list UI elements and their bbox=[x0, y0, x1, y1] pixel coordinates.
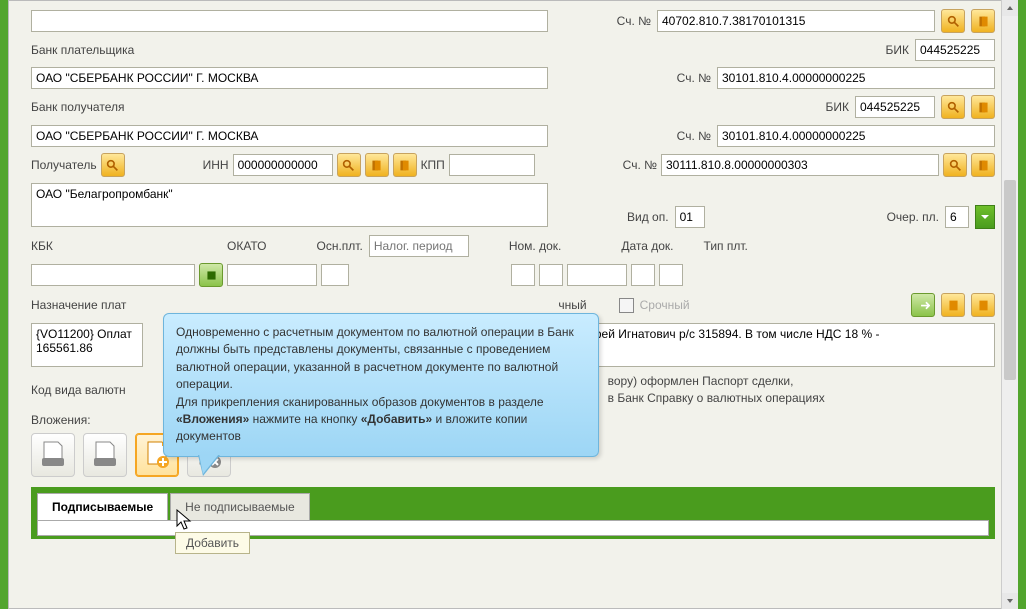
okato-label: ОКАТО bbox=[227, 239, 267, 253]
bik1-input[interactable] bbox=[915, 39, 995, 61]
lookup-icon[interactable] bbox=[941, 9, 965, 33]
clear-icon[interactable] bbox=[393, 153, 417, 177]
purpose-action1-icon[interactable] bbox=[941, 293, 965, 317]
purpose-add-icon[interactable] bbox=[911, 293, 935, 317]
type-label: Тип плт. bbox=[704, 239, 748, 253]
help-tooltip: Одновременно с расчетным документом по в… bbox=[163, 313, 599, 457]
clear-icon[interactable] bbox=[971, 95, 995, 119]
lookup-icon[interactable] bbox=[337, 153, 361, 177]
bik-label-2: БИК bbox=[826, 100, 850, 114]
acc1-input[interactable] bbox=[657, 10, 935, 32]
purpose-label: Назначение плат bbox=[31, 298, 126, 312]
code-right-2: в Банк Справку о валютных операциях bbox=[608, 390, 825, 407]
purpose-action2-icon[interactable] bbox=[971, 293, 995, 317]
attach-label: Вложения: bbox=[31, 413, 91, 427]
code-label: Код вида валютн bbox=[31, 383, 126, 397]
date-label: Дата док. bbox=[621, 239, 673, 253]
add-tooltip: Добавить bbox=[175, 532, 250, 554]
urgent-checkbox[interactable] bbox=[619, 298, 634, 313]
scroll-up-icon[interactable] bbox=[1002, 0, 1018, 16]
opt2-label: Срочный bbox=[640, 298, 690, 312]
kpp-label: КПП bbox=[421, 158, 445, 172]
scroll-down-icon[interactable] bbox=[1002, 593, 1018, 609]
payee-label: Получатель bbox=[31, 158, 97, 172]
bik2-input[interactable] bbox=[855, 96, 935, 118]
payer-bank-input[interactable] bbox=[31, 67, 548, 89]
lookup-icon[interactable] bbox=[941, 95, 965, 119]
acc-label-1: Сч. № bbox=[617, 14, 651, 28]
osn-input[interactable] bbox=[321, 264, 349, 286]
purpose-left-textarea[interactable] bbox=[31, 323, 143, 367]
ocher-label: Очер. пл. bbox=[887, 210, 939, 224]
tooltip-line1: Одновременно с расчетным документом по в… bbox=[176, 325, 574, 391]
osn-label: Осн.плт. bbox=[317, 239, 363, 253]
kbk-label: КБК bbox=[31, 239, 87, 253]
payer-bank-label: Банк плательщика bbox=[31, 43, 548, 57]
tooltip-line2a: Для прикрепления сканированных образов д… bbox=[176, 395, 544, 409]
acc-label-4: Сч. № bbox=[623, 158, 657, 172]
kpp-input[interactable] bbox=[449, 154, 535, 176]
nom-label: Ном. док. bbox=[509, 239, 562, 253]
lookup-icon[interactable] bbox=[943, 153, 967, 177]
nom1-input[interactable] bbox=[511, 264, 535, 286]
mouse-cursor bbox=[176, 509, 194, 533]
acc3-input[interactable] bbox=[717, 125, 995, 147]
inn-label: ИНН bbox=[203, 158, 229, 172]
tooltip-bold2: «Добавить» bbox=[361, 412, 432, 426]
tooltip-bold1: «Вложения» bbox=[176, 412, 249, 426]
acc4-input[interactable] bbox=[661, 154, 939, 176]
nom2-input[interactable] bbox=[539, 264, 563, 286]
type-input[interactable] bbox=[659, 264, 683, 286]
acc2-input[interactable] bbox=[717, 67, 995, 89]
vertical-scrollbar[interactable] bbox=[1001, 0, 1018, 609]
date-part2[interactable] bbox=[631, 264, 655, 286]
payee-name-textarea[interactable] bbox=[31, 183, 548, 227]
kbk-action-icon[interactable] bbox=[199, 263, 223, 287]
lookup-icon[interactable] bbox=[101, 153, 125, 177]
ocher-input[interactable] bbox=[945, 206, 969, 228]
kbk-input[interactable] bbox=[31, 264, 195, 286]
clear-icon[interactable] bbox=[971, 153, 995, 177]
payee-bank-label: Банк получателя bbox=[31, 100, 548, 114]
scrollbar-thumb[interactable] bbox=[1004, 180, 1016, 380]
opt1-label: чный bbox=[558, 298, 586, 312]
vidop-input[interactable] bbox=[675, 206, 705, 228]
ocher-dropdown[interactable] bbox=[975, 205, 995, 229]
clear-icon[interactable] bbox=[365, 153, 389, 177]
address-truncated[interactable] bbox=[31, 10, 548, 32]
inn-input[interactable] bbox=[233, 154, 333, 176]
attach-save-button[interactable] bbox=[83, 433, 127, 477]
clear-icon[interactable] bbox=[971, 9, 995, 33]
vidop-label: Вид оп. bbox=[627, 210, 669, 224]
bik-label-1: БИК bbox=[886, 43, 910, 57]
tooltip-line2b: нажмите на кнопку bbox=[249, 412, 360, 426]
payee-bank-input[interactable] bbox=[31, 125, 548, 147]
attach-print-button[interactable] bbox=[31, 433, 75, 477]
code-right-1: вору) оформлен Паспорт сделки, bbox=[608, 373, 825, 390]
okato-input[interactable] bbox=[227, 264, 317, 286]
tax-period-input[interactable] bbox=[369, 235, 469, 257]
date-part1[interactable] bbox=[567, 264, 627, 286]
purpose-right-textarea[interactable] bbox=[580, 323, 995, 367]
acc-label-3: Сч. № bbox=[677, 129, 711, 143]
acc-label-2: Сч. № bbox=[677, 71, 711, 85]
tab-signed[interactable]: Подписываемые bbox=[37, 493, 168, 520]
